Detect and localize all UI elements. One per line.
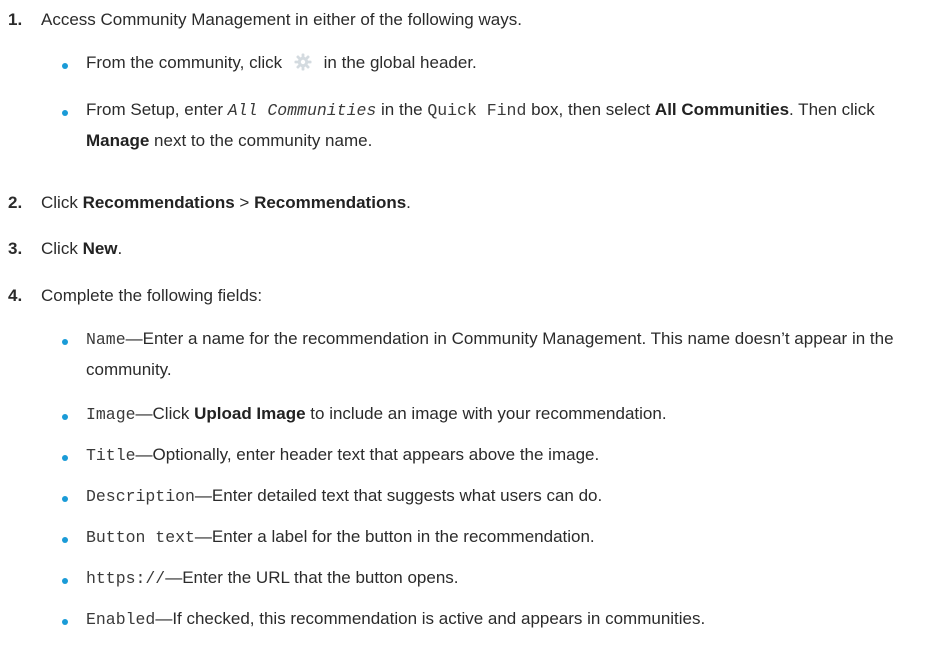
step-number: 4. xyxy=(8,286,23,305)
step-number: 2. xyxy=(8,193,23,212)
field-description: —Enter a label for the button in the rec… xyxy=(194,527,595,546)
bullet-text: box, then select xyxy=(531,100,651,119)
ui-label-text: New xyxy=(82,239,118,258)
field-name: Name xyxy=(86,330,126,349)
bullet-dot xyxy=(62,496,68,502)
field-description: —Enter the URL that the button opens. xyxy=(165,568,459,587)
field-description: —If checked, this recommendation is acti… xyxy=(155,609,706,628)
code-text: All Communities xyxy=(227,101,377,120)
bullet-dot xyxy=(62,110,68,116)
code-text: Quick Find xyxy=(427,101,527,120)
bullet-dot xyxy=(62,578,68,584)
step-number: 1. xyxy=(8,10,23,29)
step-text: Complete the following fields: xyxy=(41,286,263,305)
field-description: —Enter a name for the recommendation in … xyxy=(86,329,894,379)
bullet-dot xyxy=(62,537,68,543)
step-number: 3. xyxy=(8,239,23,258)
bullet-text: in the xyxy=(381,100,423,119)
bullet-dot xyxy=(62,414,68,420)
step-text: Click New. xyxy=(41,239,123,258)
field-name: Description xyxy=(86,487,195,506)
bullet-text: From the community, click xyxy=(86,53,283,72)
ui-label-text: Recommendations xyxy=(254,193,407,212)
bullet-dot xyxy=(62,455,68,461)
ui-label-text: Upload Image xyxy=(194,404,306,423)
step-text: Click Recommendations > Recommendations. xyxy=(41,193,411,212)
field-name: Button text xyxy=(86,528,195,547)
field-name: https:// xyxy=(86,569,166,588)
ui-label-text: Manage xyxy=(86,131,150,150)
step-text: Access Community Management in either of… xyxy=(41,10,522,29)
field-name: Enabled xyxy=(86,610,156,629)
bullet-text: From Setup, enter xyxy=(86,100,224,119)
ui-label-text: All Communities xyxy=(654,100,790,119)
ui-label-text: Recommendations xyxy=(82,193,235,212)
bullet-text: next to the community name. xyxy=(154,131,373,150)
bullet-text: in the global header. xyxy=(323,53,477,72)
bullet-text: . Then click xyxy=(789,100,875,119)
bullet-dot xyxy=(62,63,68,69)
field-name: Title xyxy=(86,446,136,465)
bullet-dot xyxy=(62,619,68,625)
gear-icon xyxy=(293,52,313,72)
field-name: Image xyxy=(86,405,136,424)
field-description: —Enter detailed text that suggests what … xyxy=(194,486,603,505)
field-description: —Optionally, enter header text that appe… xyxy=(135,445,600,464)
bullet-dot xyxy=(62,339,68,345)
